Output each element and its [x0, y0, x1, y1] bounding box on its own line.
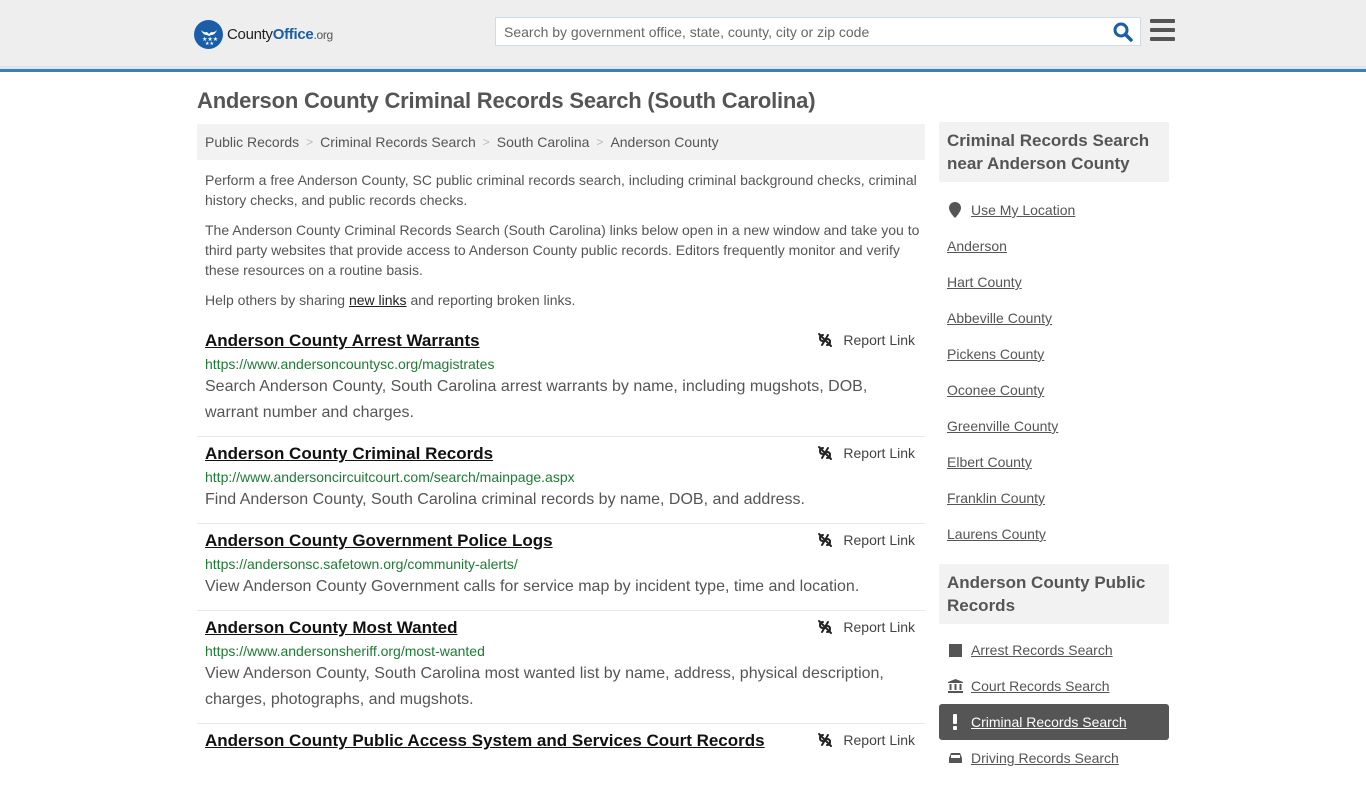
intro-paragraph-3: Help others by sharing new links and rep…: [205, 292, 576, 308]
result-description: Find Anderson County, South Carolina cri…: [205, 491, 805, 508]
nearby-item: Abbeville County: [939, 300, 1169, 336]
result-url: https://www.andersonsheriff.org/most-wan…: [205, 643, 485, 659]
result-title-link[interactable]: Anderson County Public Access System and…: [205, 730, 765, 752]
nearby-link-abbeville-county[interactable]: Abbeville County: [947, 310, 1052, 326]
report-link-button[interactable]: Report Link: [817, 532, 915, 548]
svg-text:★★: ★★: [205, 41, 214, 46]
result-item: Anderson County Public Access System and…: [197, 724, 925, 762]
result-description: View Anderson County, South Carolina mos…: [205, 665, 884, 708]
broken-link-icon: [818, 620, 833, 634]
sidebar: Criminal Records Search near Anderson Co…: [939, 122, 1169, 788]
results-list: Anderson County Arrest Warrants Report L…: [197, 324, 925, 762]
nearby-link-franklin-county[interactable]: Franklin County: [947, 490, 1045, 506]
logo-eagle-icon: ★★★ ★★: [194, 20, 223, 49]
report-link-button[interactable]: Report Link: [817, 332, 915, 348]
courthouse-icon: [947, 678, 963, 694]
nearby-list: Use My Location Anderson Hart County Abb…: [939, 182, 1169, 564]
broken-link-icon: [818, 333, 833, 347]
broken-link-icon: [818, 733, 833, 747]
result-url: http://www.andersoncircuitcourt.com/sear…: [205, 469, 575, 485]
result-item: Anderson County Government Police Logs R…: [197, 524, 925, 611]
breadcrumb-criminal-records-search[interactable]: Criminal Records Search: [320, 134, 476, 150]
result-title-link[interactable]: Anderson County Most Wanted: [205, 617, 457, 639]
public-records-item-driving: Driving Records Search: [939, 740, 1169, 776]
result-title-link[interactable]: Anderson County Criminal Records: [205, 443, 493, 465]
nearby-item: Laurens County: [939, 516, 1169, 552]
report-link-button[interactable]: Report Link: [817, 732, 915, 748]
result-title-link[interactable]: Anderson County Government Police Logs: [205, 530, 553, 552]
breadcrumb-public-records[interactable]: Public Records: [205, 134, 299, 150]
arrest-records-search-link[interactable]: Arrest Records Search: [971, 642, 1113, 658]
nearby-item: Anderson: [939, 228, 1169, 264]
breadcrumb-south-carolina[interactable]: South Carolina: [497, 134, 590, 150]
driving-records-search-link[interactable]: Driving Records Search: [971, 750, 1119, 766]
nearby-item: Elbert County: [939, 444, 1169, 480]
result-url: https://andersonsc.safetown.org/communit…: [205, 556, 518, 572]
public-records-heading: Anderson County Public Records: [939, 564, 1169, 624]
criminal-records-search-link[interactable]: Criminal Records Search: [971, 714, 1127, 730]
logo-text: CountyOffice.org: [227, 26, 333, 43]
intro-paragraph-2: The Anderson County Criminal Records Sea…: [205, 222, 920, 278]
square-icon: [947, 642, 963, 658]
report-link-button[interactable]: Report Link: [817, 619, 915, 635]
report-link-button[interactable]: Report Link: [817, 445, 915, 461]
nearby-link-pickens-county[interactable]: Pickens County: [947, 346, 1044, 362]
nearby-link-hart-county[interactable]: Hart County: [947, 274, 1022, 290]
use-my-location-link[interactable]: Use My Location: [971, 202, 1075, 218]
use-my-location-item: Use My Location: [939, 192, 1169, 228]
public-records-item-court: Court Records Search: [939, 668, 1169, 704]
public-records-list: Arrest Records Search Court Records Sear…: [939, 624, 1169, 788]
broken-link-icon: [818, 446, 833, 460]
nearby-item: Greenville County: [939, 408, 1169, 444]
search-icon[interactable]: [1112, 21, 1134, 43]
nearby-item: Pickens County: [939, 336, 1169, 372]
nearby-item: Franklin County: [939, 480, 1169, 516]
nearby-link-oconee-county[interactable]: Oconee County: [947, 382, 1044, 398]
nearby-link-elbert-county[interactable]: Elbert County: [947, 454, 1032, 470]
nearby-item: Hart County: [939, 264, 1169, 300]
intro-text: Perform a free Anderson County, SC publi…: [205, 170, 921, 320]
result-description: Search Anderson County, South Carolina a…: [205, 378, 868, 421]
site-header: ★★★ ★★ CountyOffice.org: [0, 0, 1366, 72]
court-records-search-link[interactable]: Court Records Search: [971, 678, 1110, 694]
breadcrumb-separator: >: [306, 135, 314, 149]
result-item: Anderson County Arrest Warrants Report L…: [197, 324, 925, 437]
exclamation-icon: [947, 714, 963, 730]
new-links-link[interactable]: new links: [349, 292, 407, 308]
nearby-heading: Criminal Records Search near Anderson Co…: [939, 122, 1169, 182]
result-title-link[interactable]: Anderson County Arrest Warrants: [205, 330, 480, 352]
site-logo[interactable]: ★★★ ★★ CountyOffice.org: [194, 20, 333, 49]
public-records-item-criminal: Criminal Records Search: [939, 704, 1169, 740]
page-title: Anderson County Criminal Records Search …: [197, 88, 816, 113]
public-records-item-arrest: Arrest Records Search: [939, 632, 1169, 668]
result-item: Anderson County Criminal Records Report …: [197, 437, 925, 524]
result-item: Anderson County Most Wanted Report Link …: [197, 611, 925, 724]
hamburger-menu-icon[interactable]: [1150, 19, 1175, 41]
result-description: View Anderson County Government calls fo…: [205, 578, 860, 595]
breadcrumb-anderson-county[interactable]: Anderson County: [610, 134, 718, 150]
breadcrumb-separator: >: [596, 135, 604, 149]
nearby-item: Oconee County: [939, 372, 1169, 408]
map-marker-icon: [947, 202, 963, 218]
breadcrumb: Public Records > Criminal Records Search…: [197, 124, 925, 160]
nearby-link-laurens-county[interactable]: Laurens County: [947, 526, 1046, 542]
broken-link-icon: [818, 533, 833, 547]
result-url: https://www.andersoncountysc.org/magistr…: [205, 356, 495, 372]
nearby-link-anderson[interactable]: Anderson: [947, 238, 1007, 254]
breadcrumb-separator: >: [482, 135, 490, 149]
search-input[interactable]: [496, 18, 1106, 45]
nearby-link-greenville-county[interactable]: Greenville County: [947, 418, 1058, 434]
intro-paragraph-1: Perform a free Anderson County, SC publi…: [205, 172, 917, 208]
search-box: [495, 17, 1141, 46]
car-icon: [947, 750, 963, 766]
